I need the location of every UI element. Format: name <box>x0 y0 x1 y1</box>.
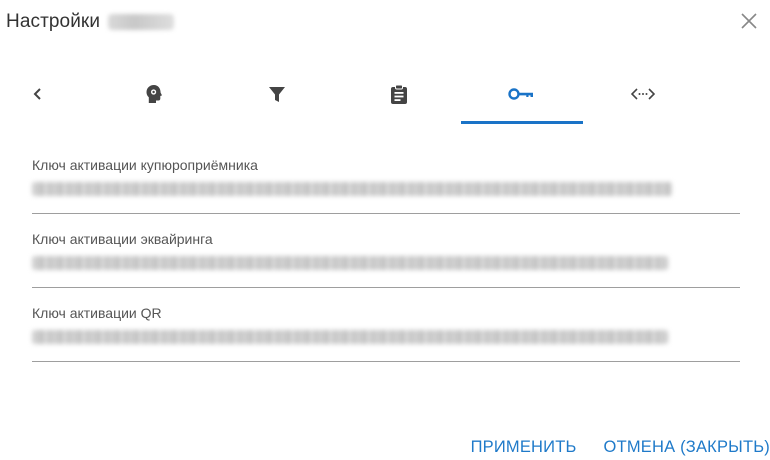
field-label: Ключ активации купюроприёмника <box>32 157 258 173</box>
tab-filter[interactable] <box>217 68 337 120</box>
field-underline <box>32 361 740 362</box>
tab-scroll-left[interactable] <box>0 68 98 120</box>
dialog-title: Настройки <box>6 11 101 32</box>
close-icon <box>741 13 757 29</box>
field-underline <box>32 287 740 288</box>
dialog-actions: ПРИМЕНИТЬ ОТМЕНА (ЗАКРЫТЬ) <box>471 436 770 458</box>
code-icon <box>631 88 655 100</box>
tab-head-settings[interactable] <box>94 68 214 120</box>
settings-dialog: Настройки Ключ активации купюроприёмника… <box>0 0 770 460</box>
field-underline <box>32 213 740 214</box>
acquiring-key-field[interactable]: Ключ активации эквайринга <box>32 224 740 298</box>
settings-tabs <box>0 68 770 124</box>
filter-icon <box>269 87 285 102</box>
clipboard-icon <box>391 84 407 104</box>
field-label: Ключ активации эквайринга <box>32 231 213 247</box>
tab-activation-keys[interactable] <box>461 68 581 120</box>
close-button[interactable] <box>738 10 760 32</box>
bill-acceptor-key-field[interactable]: Ключ активации купюроприёмника <box>32 150 740 224</box>
qr-key-field[interactable]: Ключ активации QR <box>32 298 740 372</box>
key-icon <box>508 88 533 100</box>
activation-keys-form: Ключ активации купюроприёмника Ключ акти… <box>32 150 740 372</box>
field-value-redacted[interactable] <box>32 330 668 344</box>
cancel-close-button[interactable]: ОТМЕНА (ЗАКРЫТЬ) <box>604 438 770 457</box>
apply-button[interactable]: ПРИМЕНИТЬ <box>471 438 577 457</box>
head-gear-icon <box>146 85 162 103</box>
field-value-redacted[interactable] <box>32 256 668 270</box>
tab-clipboard[interactable] <box>339 68 459 120</box>
active-tab-indicator <box>461 121 583 124</box>
tab-code[interactable] <box>583 68 703 120</box>
chevron-left-icon <box>33 88 41 100</box>
dialog-title-redacted <box>108 14 175 30</box>
field-label: Ключ активации QR <box>32 305 162 321</box>
dialog-header: Настройки <box>6 8 175 36</box>
field-value-redacted[interactable] <box>32 182 672 196</box>
